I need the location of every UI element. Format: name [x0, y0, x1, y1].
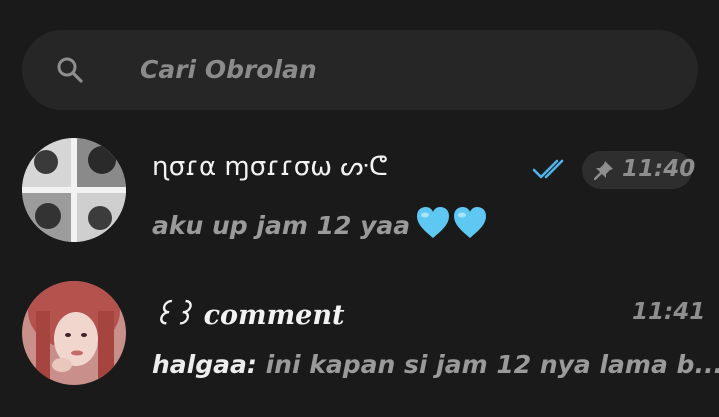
pinned-badge: 11:40 [582, 151, 696, 189]
search-input-placeholder[interactable]: Cari Obrolan [140, 55, 317, 84]
avatar [22, 281, 126, 385]
chat-preview-text: aku up jam 12 yaa [152, 211, 411, 240]
avatar [22, 138, 126, 242]
chat-list-item[interactable]: ꒰꒱ comment 11:41 halgaa: ini kapan si ja… [0, 272, 719, 392]
chat-name: ꒰꒱ comment [152, 300, 345, 331]
preview-sender: halgaa: [152, 350, 257, 379]
search-bar[interactable]: Cari Obrolan [22, 30, 698, 110]
chat-preview: aku up jam 12 yaa [152, 206, 488, 246]
blue-heart-icon [416, 206, 488, 246]
pin-icon [593, 160, 614, 184]
chat-time: 11:41 [632, 299, 706, 325]
chat-name: ɳσɾα ɱσɾɾσω ᔢᕦ [152, 152, 388, 182]
double-check-icon [531, 158, 571, 184]
chat-preview: halgaa: ini kapan si jam 12 nya lama b..… [152, 350, 719, 379]
chat-preview-text: ini kapan si jam 12 nya lama b... [256, 350, 719, 379]
chat-time: 11:40 [622, 156, 696, 182]
search-icon [56, 56, 84, 84]
chat-list-item[interactable]: ɳσɾα ɱσɾɾσω ᔢᕦ 11:40 aku up jam 12 yaa [0, 130, 719, 250]
